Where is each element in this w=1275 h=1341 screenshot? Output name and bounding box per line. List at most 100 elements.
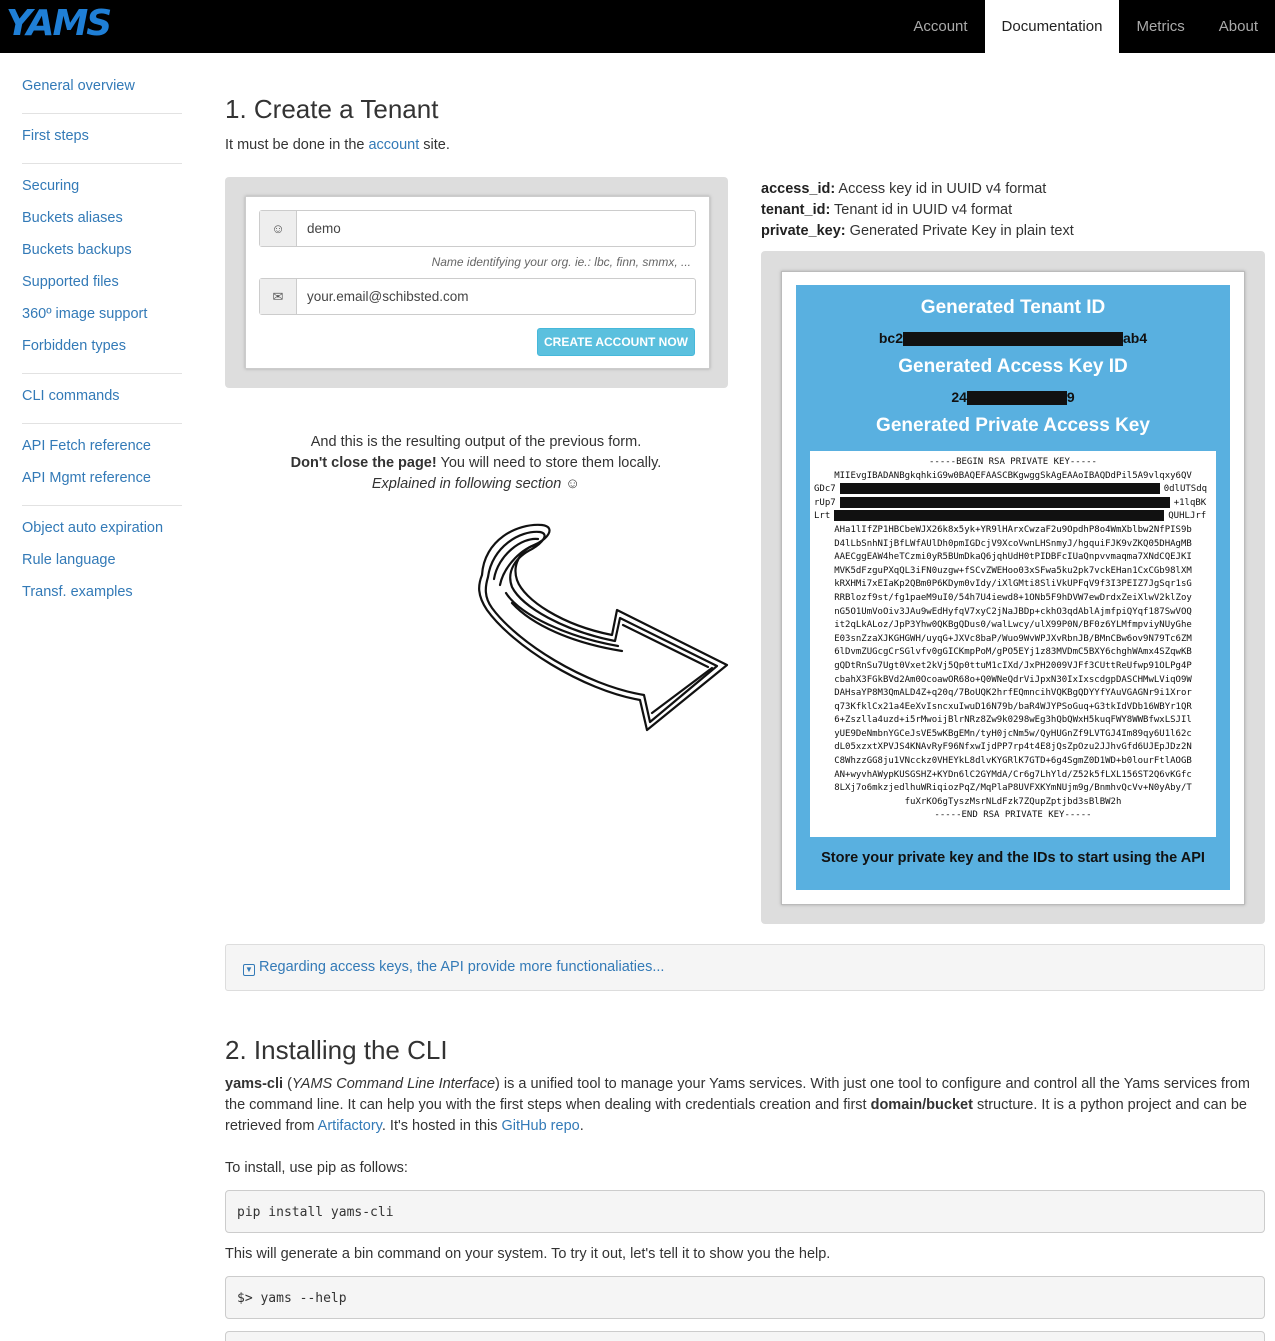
access-keys-collapsible[interactable]: ▼ Regarding access keys, the API provide … xyxy=(225,944,1265,991)
email-value: your.email@schibsted.com xyxy=(307,289,469,304)
sidebar-item-api-mgmt-reference[interactable]: API Mgmt reference xyxy=(22,462,182,494)
sidebar-item-transf-examples[interactable]: Transf. examples xyxy=(22,576,182,608)
field-desc: Tenant id in UUID v4 format xyxy=(830,202,1013,218)
access-key-value: 24 9 xyxy=(796,389,1230,406)
section-title-create-tenant: 1. Create a Tenant xyxy=(225,94,439,124)
key-line: 8LXj7o6mkzjedlhuWRiqiozPqZ/MqPlaP8UVFXKY… xyxy=(834,783,1192,794)
sidebar-group: First steps xyxy=(22,114,182,164)
pip-install-code[interactable]: pip install yams-cli xyxy=(225,1190,1265,1233)
key-line: RRBlozf9st/fg1paeM9uI0/54h7U4iewd8+1ONb5… xyxy=(834,592,1192,603)
tenant-id-value: bc2 ab4 xyxy=(796,330,1230,347)
sidebar-item-forbidden-types[interactable]: Forbidden types xyxy=(22,330,182,362)
cli-name: yams-cli xyxy=(225,1076,284,1092)
github-repo-link[interactable]: GitHub repo xyxy=(502,1118,580,1134)
sidebar-group: API Fetch reference API Mgmt reference xyxy=(22,424,182,506)
generated-footer-note: Store your private key and the IDs to st… xyxy=(821,850,1205,866)
generated-credentials-panel: Generated Tenant ID bc2 ab4 Generated Acc… xyxy=(796,285,1230,890)
intro-text-before: It must be done in the xyxy=(225,137,369,153)
nav-account[interactable]: Account xyxy=(896,0,984,53)
org-name-hint: Name identifying your org. ie.: lbc, fin… xyxy=(431,255,691,269)
output-explanation: And this is the resulting output of the … xyxy=(226,432,726,495)
domain-bucket-term: domain/bucket xyxy=(870,1097,973,1113)
yams-help-code[interactable]: $> yams --help xyxy=(225,1276,1265,1319)
sidebar-item-cli-commands[interactable]: CLI commands xyxy=(22,380,182,412)
access-key-suffix: 9 xyxy=(1066,389,1075,405)
key-line: E03snZzaXJKGHGWH/uyqG+JXVc8baP/Wuo9WvWPJ… xyxy=(834,633,1192,644)
key-line: it2qLkALoz/JpP3Yhw0QKBgQDus0/walLwcy/ulX… xyxy=(834,620,1192,631)
key-line: kRXHMi7xEIaKp2QBm0P6KDym0vIdy/iXlGMti8Sl… xyxy=(834,579,1192,590)
key-line: rUp7 +1lqBK xyxy=(814,496,1207,508)
redacted-key-segment xyxy=(834,510,1165,522)
sidebar-item-general-overview[interactable]: General overview xyxy=(22,70,182,102)
key-line: gQDtRnSu7Ugt0Vxet2kVj5Qp0ttuM1cIXd/JxPH2… xyxy=(834,660,1192,671)
tenant-id-suffix: ab4 xyxy=(1123,330,1148,346)
main-nav: Account Documentation Metrics About xyxy=(896,0,1275,53)
tenant-id-title: Generated Tenant ID xyxy=(920,297,1106,318)
redacted-key-segment xyxy=(839,483,1160,495)
key-line: AHa1lIfZP1HBCbeWJX26k8x5yk+YR9lHArxCwzaF… xyxy=(834,524,1192,535)
sidebar-group: Object auto expiration Rule language Tra… xyxy=(22,506,182,619)
sidebar-group: General overview xyxy=(22,64,182,114)
nav-metrics[interactable]: Metrics xyxy=(1119,0,1201,53)
field-desc: Generated Private Key in plain text xyxy=(845,223,1074,239)
field-access-id: access_id: Access key id in UUID v4 form… xyxy=(761,179,1074,200)
generated-credentials-screenshot: Generated Tenant ID bc2 ab4 Generated Acc… xyxy=(761,251,1265,924)
sidebar-item-api-fetch-reference[interactable]: API Fetch reference xyxy=(22,430,182,462)
sidebar-item-first-steps[interactable]: First steps xyxy=(22,120,182,152)
cli-full-name: YAMS Command Line Interface xyxy=(291,1076,496,1092)
account-link[interactable]: account xyxy=(368,137,419,153)
key-line: AAECggEAW4heTCzmi0yR5BUmDkaQ6jqhUdH0tPID… xyxy=(834,552,1192,563)
sidebar-item-360-image-support[interactable]: 360º image support xyxy=(22,298,182,330)
next-code-block[interactable] xyxy=(225,1331,1265,1341)
key-line: q73KfklCx21a4EeXvIsncxuIwuD16N79b/baR4WJ… xyxy=(834,701,1192,712)
sidebar-item-securing[interactable]: Securing xyxy=(22,170,182,202)
docs-sidebar: General overview First steps Securing Bu… xyxy=(22,64,182,619)
install-instructions: To install, use pip as follows: xyxy=(225,1160,408,1176)
yams-logo[interactable]: YAMS xyxy=(6,3,112,44)
section-title-installing-cli: 2. Installing the CLI xyxy=(225,1035,448,1065)
user-icon: ☺ xyxy=(260,211,297,246)
redacted-access-key xyxy=(966,391,1067,406)
artifactory-link[interactable]: Artifactory xyxy=(318,1118,382,1134)
sidebar-item-supported-files[interactable]: Supported files xyxy=(22,266,182,298)
key-line: AN+wyvhAWypKUSGSHZ+KYDn6lC2GYMdA/Cr6g7Lh… xyxy=(834,769,1192,780)
field-key: access_id: xyxy=(761,181,836,197)
key-line: nG5O1UmVoOiv3JAu9wEdHyfqV7xyC2jNaJBDp+ck… xyxy=(834,606,1192,617)
key-line: -----END RSA PRIVATE KEY----- xyxy=(934,810,1092,821)
key-line: C8WhzzGG8ju1VNcckz0VHEYkL8dlvKYGRlK7GTD+… xyxy=(834,756,1192,767)
sidebar-item-rule-language[interactable]: Rule language xyxy=(22,544,182,576)
nav-about[interactable]: About xyxy=(1202,0,1275,53)
sidebar-item-buckets-backups[interactable]: Buckets backups xyxy=(22,234,182,266)
nav-documentation[interactable]: Documentation xyxy=(984,0,1120,53)
account-form-screenshot: ☺ demo Name identifying your org. ie.: l… xyxy=(225,177,728,388)
field-private-key: private_key: Generated Private Key in pl… xyxy=(761,221,1074,242)
org-name-value: demo xyxy=(307,221,341,236)
output-line-3: Explained in following section ☺ xyxy=(226,474,726,495)
field-key: tenant_id: xyxy=(761,202,831,218)
key-line: Lrt QUHLJrf xyxy=(814,510,1207,522)
field-key: private_key: xyxy=(761,223,846,239)
generate-instructions: This will generate a bin command on your… xyxy=(225,1246,831,1262)
key-line: 6+Zszlla4uzd+i5rMwoijBlrNRz8Zw9k0298wEg3… xyxy=(834,715,1192,726)
key-line: MIIEvgIBADANBgkqhkiG9w0BAQEFAASCBKgwggSk… xyxy=(834,470,1192,481)
key-line: DAHsaYP8M3QmALD4Z+q20q/7BoUQK2hrfEQmncih… xyxy=(834,688,1192,699)
intro-text: It must be done in the account site. xyxy=(225,137,450,153)
key-line: MVK5dFzguPXqQL3iFN0uzgw+fSCvZWEHoo03xSFw… xyxy=(834,565,1192,576)
access-key-title: Generated Access Key ID xyxy=(898,356,1128,377)
top-navbar: YAMS Account Documentation Metrics About xyxy=(0,0,1275,53)
key-line: dL05xzxtXPVJS4KNAvRyF96NfxwIjdPP7rp4t4E8… xyxy=(834,742,1192,753)
field-desc: Access key id in UUID v4 format xyxy=(835,181,1047,197)
tenant-id-prefix: bc2 xyxy=(878,330,903,346)
hand-drawn-arrow-icon xyxy=(478,523,729,732)
output-line-2-rest: You will need to store them locally. xyxy=(436,455,662,471)
output-line-2: Don't close the page! You will need to s… xyxy=(226,453,726,474)
key-line: -----BEGIN RSA PRIVATE KEY----- xyxy=(929,457,1097,467)
cli-description: yams-cli (YAMS Command Line Interface) i… xyxy=(225,1076,1250,1134)
access-key-prefix: 24 xyxy=(951,389,967,405)
sidebar-item-buckets-aliases[interactable]: Buckets aliases xyxy=(22,202,182,234)
create-account-button: CREATE ACCOUNT NOW xyxy=(537,328,695,356)
output-warning: Don't close the page! xyxy=(290,455,437,471)
output-line-1: And this is the resulting output of the … xyxy=(310,434,642,450)
org-name-input: ☺ demo xyxy=(259,210,696,247)
sidebar-item-object-auto-expiration[interactable]: Object auto expiration xyxy=(22,512,182,544)
